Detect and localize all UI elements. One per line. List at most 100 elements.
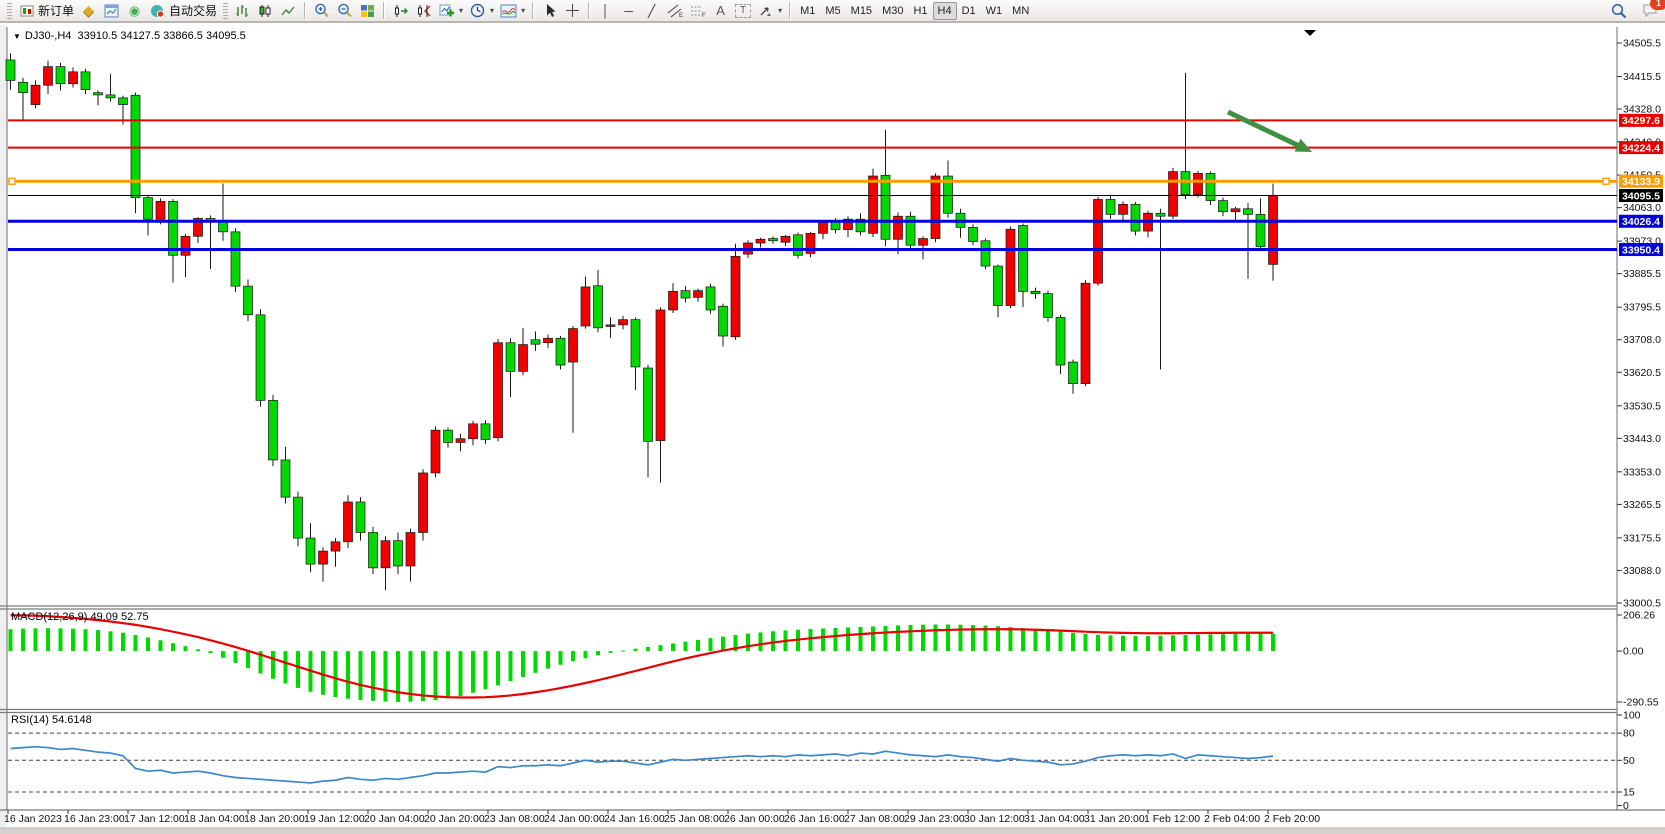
crosshair-button[interactable] bbox=[561, 1, 584, 21]
candle bbox=[631, 320, 640, 367]
auto-trading-icon bbox=[149, 3, 166, 19]
notifications-button[interactable]: 1 bbox=[1638, 1, 1661, 21]
svg-text:34133.9: 34133.9 bbox=[1622, 176, 1660, 188]
candle bbox=[719, 306, 728, 336]
candle bbox=[919, 239, 928, 246]
svg-text:34415.5: 34415.5 bbox=[1623, 71, 1661, 83]
time-axis[interactable]: 16 Jan 202316 Jan 23:0017 Jan 12:0018 Ja… bbox=[4, 810, 1320, 825]
auto-trading-button[interactable]: 自动交易 bbox=[146, 1, 220, 21]
candle bbox=[756, 239, 765, 243]
timeframe-mn-button[interactable]: MN bbox=[1007, 2, 1034, 20]
timeframe-m5-button[interactable]: M5 bbox=[820, 2, 845, 20]
equidistant-channel-button[interactable]: E bbox=[663, 1, 686, 21]
svg-text:0.00: 0.00 bbox=[1623, 646, 1644, 658]
candle bbox=[394, 541, 403, 566]
candle bbox=[294, 497, 303, 538]
chart-shift-button[interactable] bbox=[412, 1, 435, 21]
toolbar-separator bbox=[588, 2, 590, 19]
candle bbox=[981, 241, 990, 266]
svg-text:25 Jan 08:00: 25 Jan 08:00 bbox=[664, 813, 725, 825]
candle bbox=[731, 256, 740, 336]
templates-button[interactable]: ▾ bbox=[497, 1, 528, 21]
vertical-line-button[interactable]: │ bbox=[594, 1, 617, 21]
svg-text:18 Jan 20:00: 18 Jan 20:00 bbox=[244, 813, 305, 825]
horizontal-line-button[interactable]: ─ bbox=[617, 1, 640, 21]
candle bbox=[369, 532, 378, 567]
candle bbox=[931, 176, 940, 239]
line-handle[interactable] bbox=[1603, 178, 1609, 184]
candle bbox=[644, 368, 653, 441]
timeframe-d1-button[interactable]: D1 bbox=[957, 2, 981, 20]
candle bbox=[781, 236, 790, 242]
svg-text:24 Jan 16:00: 24 Jan 16:00 bbox=[604, 813, 665, 825]
svg-text:34328.0: 34328.0 bbox=[1623, 104, 1661, 116]
bar-chart-button[interactable] bbox=[231, 1, 254, 21]
candle bbox=[169, 201, 178, 255]
zoom-out-button[interactable] bbox=[333, 1, 356, 21]
svg-text:33088.0: 33088.0 bbox=[1623, 565, 1661, 577]
svg-text:50: 50 bbox=[1623, 755, 1635, 767]
zoom-out-icon bbox=[336, 3, 353, 19]
candle bbox=[1244, 209, 1253, 215]
toolbar-separator bbox=[383, 2, 385, 19]
chart-title-dropdown-icon[interactable]: ▼ bbox=[13, 32, 21, 41]
svg-text:31 Jan 04:00: 31 Jan 04:00 bbox=[1024, 813, 1085, 825]
auto-scroll-button[interactable] bbox=[389, 1, 412, 21]
text-button[interactable]: A bbox=[709, 1, 732, 21]
fibonacci-button[interactable]: F bbox=[686, 1, 709, 21]
candle bbox=[794, 235, 803, 255]
zoom-in-button[interactable] bbox=[310, 1, 333, 21]
new-order-button[interactable]: 新订单 bbox=[15, 1, 77, 21]
notification-count-badge: 1 bbox=[1650, 0, 1665, 10]
svg-text:34224.4: 34224.4 bbox=[1622, 142, 1660, 154]
equidistant-channel-icon: E bbox=[666, 3, 683, 19]
candle bbox=[356, 502, 365, 533]
arrows-tool-button[interactable]: ▾ bbox=[754, 1, 785, 21]
candle bbox=[581, 287, 590, 326]
chart-area[interactable]: 34505.534415.534328.034240.034150.534063… bbox=[0, 0, 1665, 834]
candle bbox=[681, 291, 690, 298]
line-handle[interactable] bbox=[9, 178, 15, 184]
candle bbox=[619, 320, 628, 325]
toolbar-grip[interactable] bbox=[223, 3, 228, 19]
timeframe-m30-button[interactable]: M30 bbox=[877, 2, 908, 20]
candle bbox=[1094, 199, 1103, 283]
text-label-button[interactable]: T bbox=[732, 1, 754, 21]
svg-text:1 Feb 12:00: 1 Feb 12:00 bbox=[1144, 813, 1200, 825]
line-chart-button[interactable] bbox=[277, 1, 300, 21]
trendline-button[interactable]: ╱ bbox=[640, 1, 663, 21]
candle bbox=[319, 551, 328, 564]
market-button[interactable]: ◆ bbox=[77, 1, 100, 21]
timeframe-m1-button[interactable]: M1 bbox=[795, 2, 820, 20]
search-button[interactable] bbox=[1607, 1, 1630, 21]
timeframe-m15-button[interactable]: M15 bbox=[846, 2, 877, 20]
svg-text:24 Jan 00:00: 24 Jan 00:00 bbox=[544, 813, 605, 825]
svg-text:30 Jan 12:00: 30 Jan 12:00 bbox=[964, 813, 1025, 825]
timeframe-w1-button[interactable]: W1 bbox=[981, 2, 1008, 20]
indicators-add-icon bbox=[438, 3, 455, 19]
periods-button[interactable]: ▾ bbox=[466, 1, 497, 21]
candle bbox=[219, 221, 228, 231]
svg-text:20 Jan 04:00: 20 Jan 04:00 bbox=[364, 813, 425, 825]
candle bbox=[894, 216, 903, 239]
timeframe-h4-button[interactable]: H4 bbox=[933, 2, 957, 20]
svg-text:E: E bbox=[679, 13, 683, 18]
bar-chart-icon bbox=[234, 3, 251, 19]
crosshair-icon bbox=[564, 3, 581, 19]
vertical-line-icon: │ bbox=[597, 3, 614, 19]
svg-text:26 Jan 00:00: 26 Jan 00:00 bbox=[724, 813, 785, 825]
timeframe-h1-button[interactable]: H1 bbox=[908, 2, 932, 20]
indicators-button[interactable]: ▾ bbox=[435, 1, 466, 21]
candle bbox=[1206, 173, 1215, 200]
cursor-button[interactable] bbox=[538, 1, 561, 21]
signal-icon: ◉ bbox=[126, 3, 143, 19]
candlestick-chart-button[interactable] bbox=[254, 1, 277, 21]
candle bbox=[269, 400, 278, 460]
candle bbox=[969, 227, 978, 241]
toolbar-grip[interactable] bbox=[7, 3, 12, 19]
tile-windows-button[interactable] bbox=[356, 1, 379, 21]
charts-window-button[interactable] bbox=[100, 1, 123, 21]
candle bbox=[19, 82, 28, 92]
signals-button[interactable]: ◉ bbox=[123, 1, 146, 21]
rsi-label: RSI(14) 54.6148 bbox=[11, 714, 92, 726]
